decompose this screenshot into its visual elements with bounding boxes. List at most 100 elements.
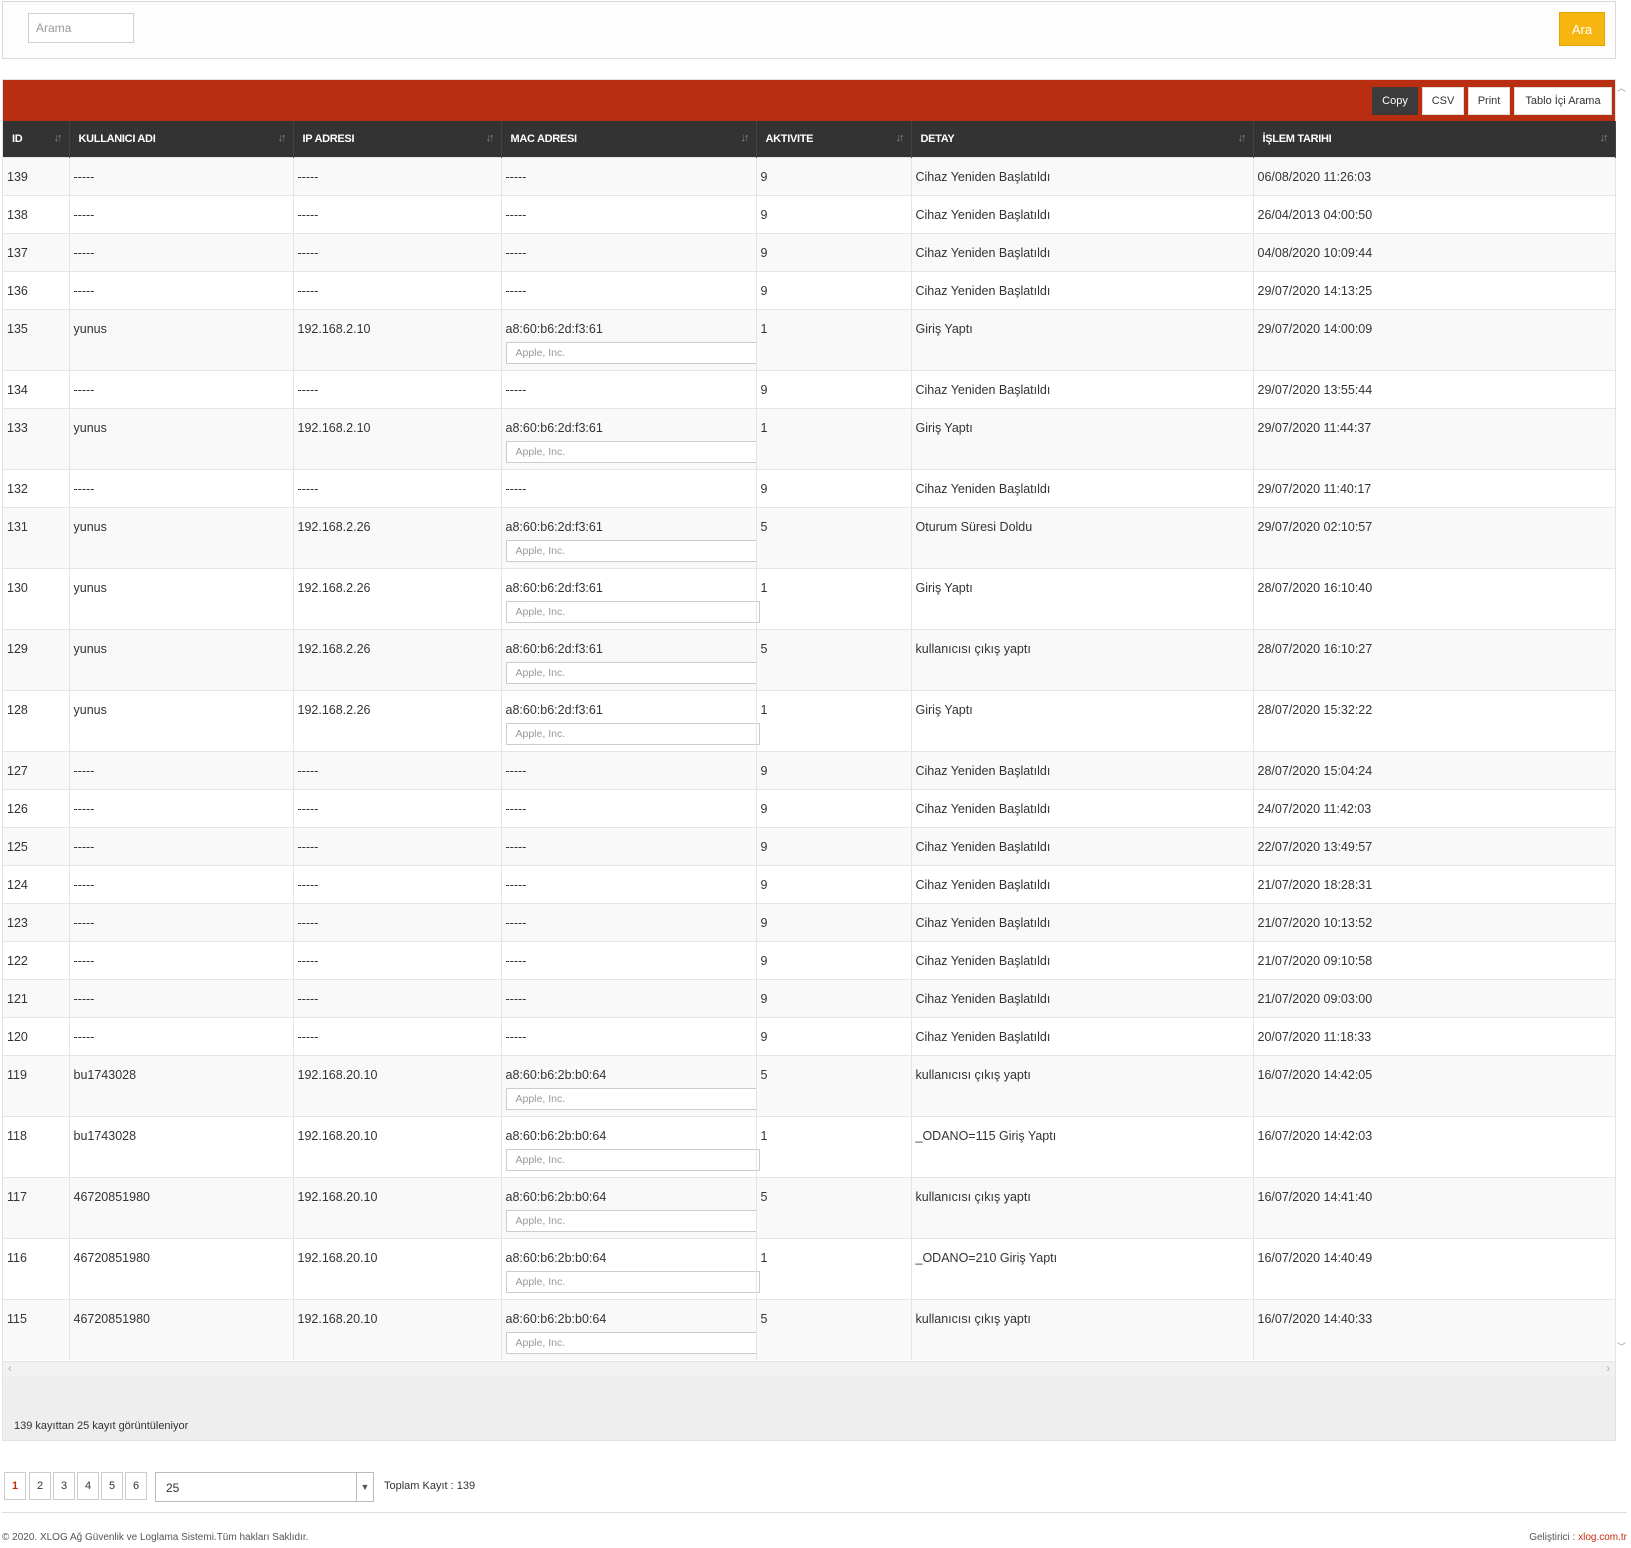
- table-search-button[interactable]: Tablo İçi Arama: [1514, 87, 1612, 115]
- cell-id-text: 116: [7, 1251, 27, 1265]
- cell-mac-text: -----: [505, 208, 527, 222]
- cell-activity-text: 9: [760, 208, 768, 222]
- cell-date-text: 16/07/2020 14:40:33: [1257, 1312, 1373, 1326]
- cell-detail-text: Giriş Yaptı: [915, 581, 973, 595]
- sort-icon[interactable]: ↓↑: [896, 132, 905, 144]
- cell-user-text: yunus: [73, 421, 107, 435]
- cell-id-text: 123: [7, 916, 28, 930]
- page-button-4[interactable]: 4: [77, 1472, 99, 1500]
- developer-link[interactable]: xlog.com.tr: [1578, 1532, 1627, 1543]
- cell-activity-text: 9: [760, 482, 768, 496]
- sort-icon[interactable]: ↓↑: [1238, 132, 1247, 144]
- cell-activity-text: 9: [760, 246, 768, 260]
- sort-icon[interactable]: ↓↑: [1600, 132, 1609, 144]
- table-row: 120 ----- ----- ----- 9 Cihaz Yeniden Başlatı…: [3, 1017, 1615, 1056]
- column-header-activity[interactable]: AKTIVITE ↓↑: [756, 121, 912, 158]
- page-size-select[interactable]: 25 ▼: [155, 1472, 374, 1502]
- cell-ip: 192.168.20.10: [293, 1299, 502, 1360]
- cell-id: 128: [3, 690, 70, 752]
- table-row: 125 ----- ----- ----- 9 Cihaz Yeniden Başlatı…: [3, 827, 1615, 866]
- cell-mac: -----: [501, 751, 757, 790]
- mac-vendor-field[interactable]: Apple, Inc.: [505, 601, 760, 623]
- mac-vendor-field[interactable]: Apple, Inc.: [505, 342, 760, 364]
- cell-detail-text: kullanıcısı çıkış yaptı: [915, 642, 1031, 656]
- mac-vendor-field[interactable]: Apple, Inc.: [505, 441, 760, 463]
- mac-vendor-field[interactable]: Apple, Inc.: [505, 662, 760, 684]
- column-header-date[interactable]: İŞLEM TARIHI ↓↑: [1253, 121, 1616, 158]
- sort-icon[interactable]: ↓↑: [54, 132, 63, 144]
- cell-mac-text: -----: [505, 764, 527, 778]
- table-row: 129 yunus 192.168.2.26 a8:60:b6:2d:f3:61 App…: [3, 629, 1615, 691]
- mac-vendor-field[interactable]: Apple, Inc.: [505, 1210, 760, 1232]
- cell-mac: a8:60:b6:2d:f3:61 Apple, Inc.: [501, 408, 760, 470]
- scroll-up-icon[interactable]: ︿: [1617, 83, 1626, 93]
- page-button-6[interactable]: 6: [125, 1472, 147, 1500]
- cell-user-text: -----: [73, 992, 95, 1006]
- csv-button[interactable]: CSV: [1422, 87, 1464, 115]
- cell-date-text: 04/08/2020 10:09:44: [1257, 246, 1373, 260]
- copy-button[interactable]: Copy: [1372, 87, 1418, 115]
- cell-date: 20/07/2020 11:18:33: [1253, 1017, 1615, 1056]
- column-header-id[interactable]: ID ↓↑: [3, 121, 70, 158]
- cell-id-text: 137: [7, 246, 28, 260]
- mac-vendor-field[interactable]: Apple, Inc.: [505, 1271, 760, 1293]
- search-input[interactable]: [28, 13, 134, 43]
- chevron-down-icon[interactable]: ▼: [356, 1473, 373, 1501]
- page-button-5[interactable]: 5: [101, 1472, 123, 1500]
- cell-detail-text: Cihaz Yeniden Başlatıldı: [915, 992, 1051, 1006]
- cell-detail: Cihaz Yeniden Başlatıldı: [911, 903, 1254, 942]
- cell-user-text: -----: [73, 1030, 95, 1044]
- cell-id: 127: [3, 751, 70, 790]
- horizontal-scrollbar[interactable]: ‹ ›: [3, 1361, 1615, 1378]
- mac-vendor-field[interactable]: Apple, Inc.: [505, 723, 760, 745]
- cell-activity-text: 1: [760, 1251, 768, 1265]
- sort-icon[interactable]: ↓↑: [278, 132, 287, 144]
- cell-id-text: 128: [7, 703, 28, 717]
- table-row: 136 ----- ----- ----- 9 Cihaz Yeniden Başlatı…: [3, 271, 1615, 310]
- page-button-1[interactable]: 1: [4, 1472, 26, 1500]
- cell-date: 29/07/2020 13:55:44: [1253, 370, 1615, 409]
- column-header-username[interactable]: KULLANICI ADI ↓↑: [69, 121, 294, 158]
- cell-date-text: 21/07/2020 10:13:52: [1257, 916, 1373, 930]
- mac-vendor-field[interactable]: Apple, Inc.: [505, 1088, 760, 1110]
- search-button[interactable]: Ara: [1559, 12, 1605, 46]
- cell-activity-text: 5: [760, 520, 768, 534]
- cell-mac: -----: [501, 865, 757, 904]
- cell-ip-text: -----: [297, 764, 319, 778]
- page-button-2[interactable]: 2: [29, 1472, 51, 1500]
- column-header-ip[interactable]: IP ADRESI ↓↑: [293, 121, 502, 158]
- cell-detail-text: Giriş Yaptı: [915, 703, 973, 717]
- cell-ip-text: 192.168.20.10: [297, 1190, 378, 1204]
- sort-icon[interactable]: ↓↑: [486, 132, 495, 144]
- column-header-detail[interactable]: DETAY ↓↑: [911, 121, 1254, 158]
- cell-date: 21/07/2020 18:28:31: [1253, 865, 1615, 904]
- page-button-3[interactable]: 3: [53, 1472, 75, 1500]
- cell-user: -----: [69, 157, 294, 196]
- cell-ip: -----: [293, 157, 502, 196]
- cell-mac: -----: [501, 370, 757, 409]
- cell-date: 24/07/2020 11:42:03: [1253, 789, 1615, 828]
- cell-activity-text: 9: [760, 764, 768, 778]
- cell-detail-text: Cihaz Yeniden Başlatıldı: [915, 878, 1051, 892]
- scroll-right-icon[interactable]: ›: [1606, 1363, 1610, 1375]
- mac-vendor-field[interactable]: Apple, Inc.: [505, 1332, 760, 1354]
- scroll-down-icon[interactable]: ﹀: [1617, 1342, 1626, 1352]
- sort-icon[interactable]: ↓↑: [741, 132, 750, 144]
- cell-date-text: 29/07/2020 14:13:25: [1257, 284, 1373, 298]
- scroll-left-icon[interactable]: ‹: [8, 1363, 12, 1375]
- mac-vendor-field[interactable]: Apple, Inc.: [505, 540, 760, 562]
- cell-ip: -----: [293, 751, 502, 790]
- column-header-mac[interactable]: MAC ADRESI ↓↑: [501, 121, 757, 158]
- cell-mac: -----: [501, 903, 757, 942]
- table-row: 119 bu1743028 192.168.20.10 a8:60:b6:2b:b0:…: [3, 1055, 1615, 1117]
- cell-detail-text: Cihaz Yeniden Başlatıldı: [915, 208, 1051, 222]
- cell-activity: 9: [756, 1017, 912, 1056]
- cell-ip: 192.168.2.26: [293, 568, 502, 630]
- cell-detail: Cihaz Yeniden Başlatıldı: [911, 195, 1254, 234]
- cell-id-text: 133: [7, 421, 28, 435]
- cell-activity-text: 9: [760, 840, 768, 854]
- print-button[interactable]: Print: [1468, 87, 1510, 115]
- cell-user-text: -----: [73, 878, 95, 892]
- mac-vendor-field[interactable]: Apple, Inc.: [505, 1149, 760, 1171]
- cell-mac: -----: [501, 789, 757, 828]
